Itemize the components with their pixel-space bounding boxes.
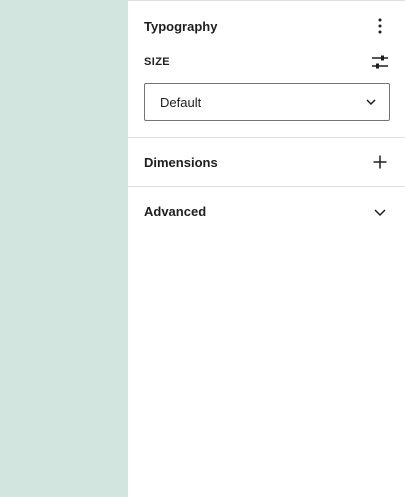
- advanced-toggle-button[interactable]: [368, 200, 392, 224]
- typography-options-button[interactable]: [368, 14, 392, 38]
- settings-sidebar: Typography SIZE Default Dimensions Advan…: [128, 0, 405, 497]
- more-vertical-icon: [378, 18, 382, 34]
- chevron-down-icon: [366, 99, 376, 106]
- font-size-select[interactable]: Default: [144, 83, 390, 121]
- size-controls-button[interactable]: [368, 50, 392, 74]
- dimensions-panel-title: Dimensions: [144, 155, 218, 170]
- panel-divider: [128, 186, 405, 187]
- chevron-down-icon: [374, 209, 386, 217]
- editor-canvas: [0, 0, 128, 497]
- plus-icon: [373, 155, 387, 169]
- typography-panel-title: Typography: [144, 19, 218, 34]
- advanced-panel-title: Advanced: [144, 204, 207, 219]
- panel-divider: [128, 137, 405, 138]
- sliders-icon: [372, 55, 388, 69]
- size-label: SIZE: [144, 56, 171, 68]
- add-dimensions-button[interactable]: [368, 150, 392, 174]
- font-size-select-value: Default: [160, 95, 202, 110]
- sidebar-top-divider: [128, 0, 405, 1]
